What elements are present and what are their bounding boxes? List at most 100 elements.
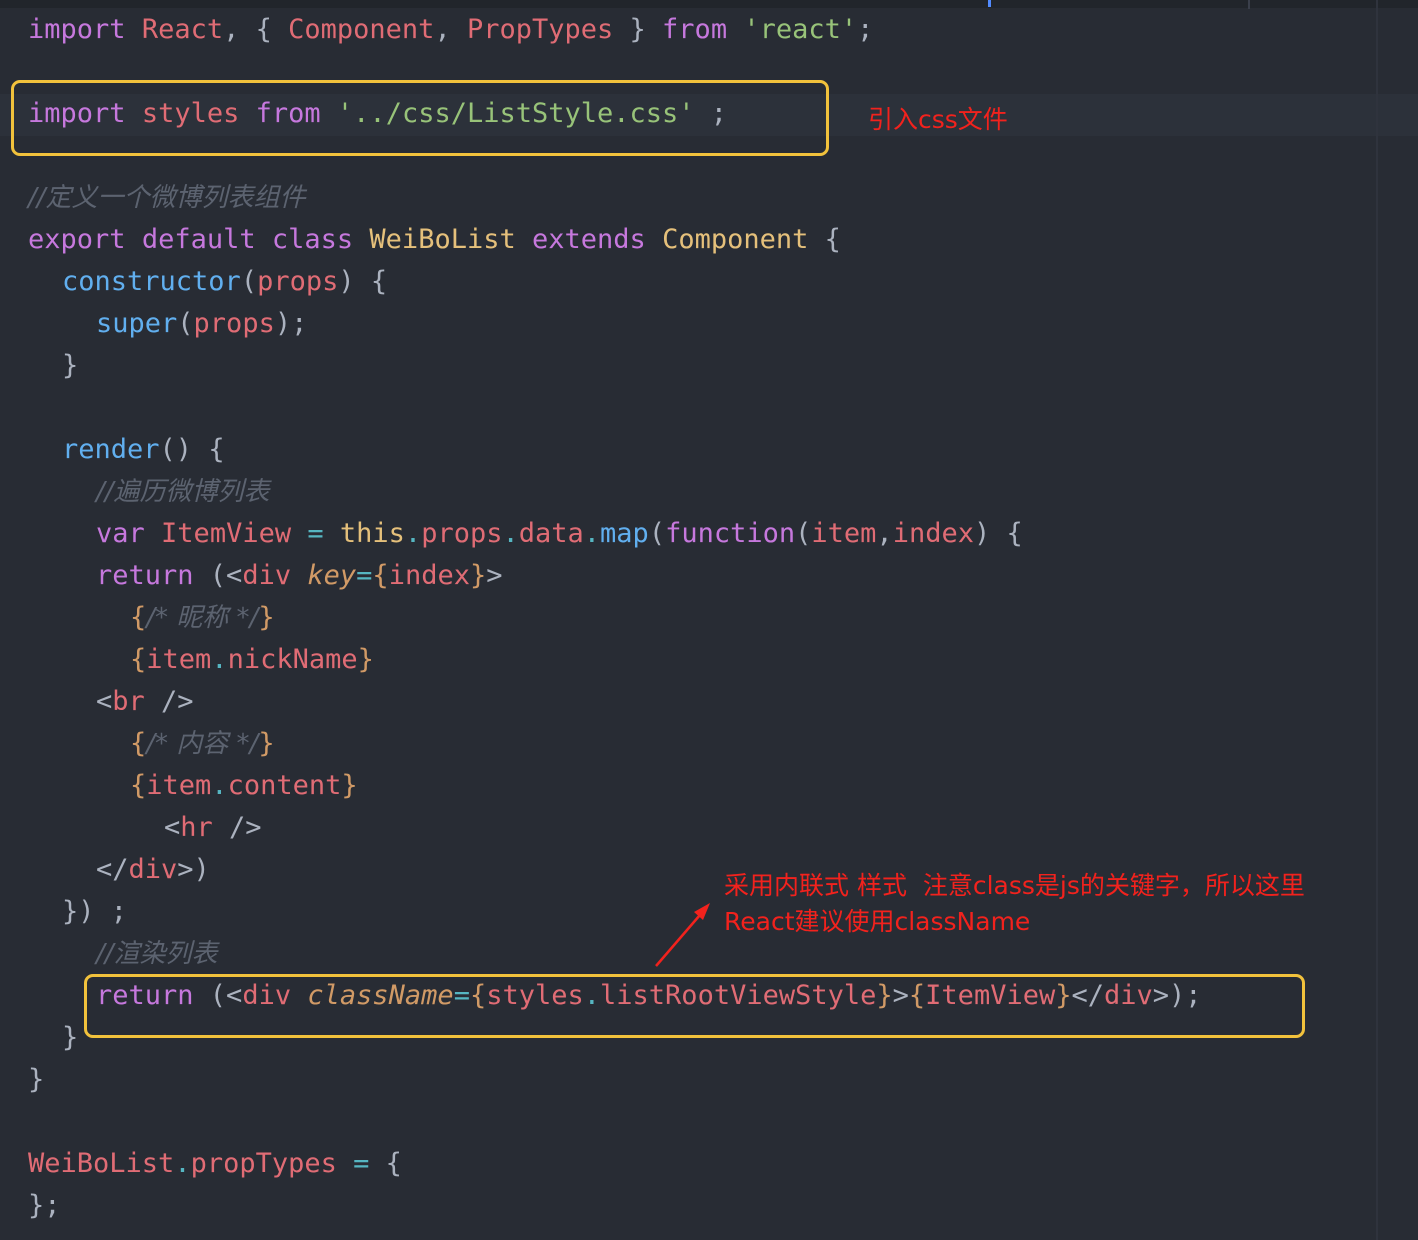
- code-token: );: [274, 308, 308, 339]
- code-token: key: [307, 560, 357, 591]
- code-token: //遍历微博列表: [96, 477, 270, 507]
- code-token: props: [257, 266, 339, 297]
- code-token: function: [665, 518, 796, 549]
- code-token: div: [128, 854, 178, 885]
- code-line[interactable]: WeiBoList.propTypes = {: [28, 1143, 402, 1185]
- code-token: .: [404, 518, 422, 549]
- code-token: />: [212, 812, 262, 843]
- wrap-guide: [1376, 0, 1378, 1240]
- code-token: {: [130, 602, 147, 633]
- code-line[interactable]: export default class WeiBoList extends C…: [28, 219, 841, 261]
- code-token: }: [258, 602, 275, 633]
- code-token: .: [502, 518, 519, 549]
- code-line[interactable]: constructor(props) {: [62, 261, 387, 303]
- code-token: /* 昵称 */: [146, 603, 259, 633]
- code-line[interactable]: {/* 内容 */}: [130, 723, 275, 765]
- code-line[interactable]: var ItemView = this.props.data.map(funct…: [96, 513, 1023, 555]
- code-line[interactable]: //渲染列表: [96, 933, 218, 975]
- code-token: var: [96, 518, 145, 549]
- code-token: Component: [662, 224, 809, 255]
- code-token: ,: [876, 518, 893, 549]
- code-token: />: [144, 686, 194, 717]
- code-token: item: [146, 644, 212, 675]
- code-token: ) {: [973, 518, 1023, 549]
- code-line[interactable]: }) ;: [62, 891, 127, 933]
- code-token: index: [388, 560, 470, 591]
- code-token: export: [28, 224, 126, 255]
- code-token: >): [177, 854, 210, 885]
- code-token: <: [164, 812, 181, 843]
- code-token: {: [130, 770, 147, 801]
- code-token: }: [469, 560, 487, 591]
- code-token: }: [62, 350, 79, 381]
- code-token: hr: [180, 812, 213, 843]
- code-token: ItemView: [161, 518, 292, 549]
- code-token: .: [174, 1148, 191, 1179]
- code-token: {: [369, 1148, 402, 1179]
- code-token: from: [662, 14, 728, 45]
- code-line[interactable]: //定义一个微博列表组件: [28, 177, 306, 219]
- code-line[interactable]: }: [62, 1017, 78, 1059]
- code-token: constructor: [62, 266, 241, 297]
- code-line[interactable]: }: [62, 345, 78, 387]
- code-token: (: [795, 518, 812, 549]
- code-line[interactable]: import React, { Component, PropTypes } f…: [28, 9, 873, 51]
- code-token: div: [242, 560, 292, 591]
- inline-style-annotation-line2: React建议使用className: [724, 907, 1031, 936]
- code-token: return: [96, 560, 194, 591]
- code-token: ,: [434, 14, 467, 45]
- code-line[interactable]: render() {: [62, 429, 225, 471]
- code-token: .: [583, 518, 601, 549]
- code-token: () {: [159, 434, 225, 465]
- code-editor[interactable]: import React, { Component, PropTypes } f…: [0, 0, 1418, 1240]
- code-line[interactable]: }: [28, 1059, 44, 1101]
- code-token: //定义一个微博列表组件: [28, 183, 306, 213]
- code-token: render: [62, 434, 160, 465]
- code-token: WeiBoList: [28, 1148, 175, 1179]
- code-token: //渲染列表: [96, 939, 218, 969]
- code-line[interactable]: //遍历微博列表: [96, 471, 270, 513]
- code-token: }: [28, 1064, 45, 1095]
- code-line[interactable]: {/* 昵称 */}: [130, 597, 275, 639]
- code-line[interactable]: {item.nickName}: [130, 639, 374, 681]
- code-token: map: [600, 518, 649, 549]
- code-token: import: [28, 14, 126, 45]
- code-token: React: [141, 14, 224, 45]
- code-line[interactable]: <hr />: [164, 807, 262, 849]
- code-token: content: [227, 770, 342, 801]
- code-line[interactable]: {item.content}: [130, 765, 358, 807]
- code-token: }: [357, 644, 374, 675]
- code-line[interactable]: super(props);: [96, 303, 307, 345]
- code-token: (: [177, 308, 194, 339]
- code-token: Component: [288, 14, 435, 45]
- code-line[interactable]: <br />: [96, 681, 194, 723]
- code-token: }: [62, 1022, 79, 1053]
- code-token: };: [28, 1190, 61, 1221]
- code-token: this: [339, 518, 405, 549]
- code-token: {: [130, 644, 147, 675]
- code-token: br: [112, 686, 145, 717]
- code-token: .: [211, 644, 228, 675]
- code-token: =: [353, 1148, 370, 1179]
- code-area[interactable]: import React, { Component, PropTypes } f…: [0, 0, 1376, 1240]
- code-token: item: [811, 518, 877, 549]
- code-token: default: [141, 224, 256, 255]
- code-token: (: [240, 266, 258, 297]
- code-token: propTypes: [190, 1148, 337, 1179]
- code-token: ;: [857, 14, 874, 45]
- code-line[interactable]: };: [28, 1185, 61, 1227]
- code-token: </: [96, 854, 129, 885]
- code-line[interactable]: return (<div key={index}>: [96, 555, 503, 597]
- import-css-highlight: [11, 80, 829, 156]
- code-line[interactable]: </div>): [96, 849, 210, 891]
- code-token: {: [130, 728, 147, 759]
- code-token: super: [96, 308, 178, 339]
